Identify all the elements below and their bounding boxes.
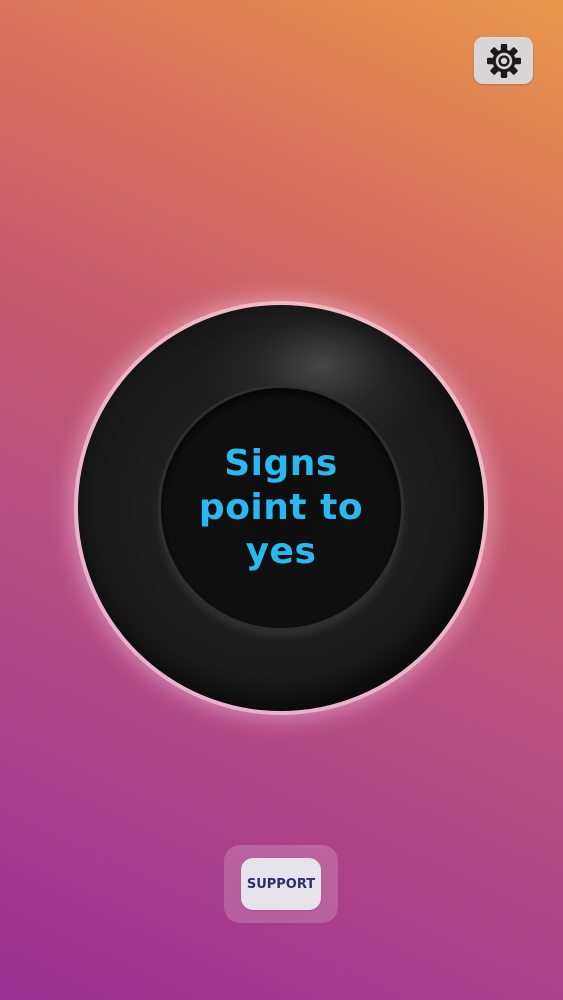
answer-text: Signs point to yes [198, 443, 364, 572]
support-button-container: SUPPORT [224, 845, 338, 923]
answer-window: Signs point to yes [161, 388, 401, 628]
settings-button[interactable] [474, 37, 533, 84]
gear-icon [486, 43, 521, 78]
app-screen: Signs point to yes SUPPORT [0, 0, 563, 1000]
magic-8-ball[interactable]: Signs point to yes [78, 305, 484, 711]
support-button[interactable]: SUPPORT [241, 858, 321, 910]
